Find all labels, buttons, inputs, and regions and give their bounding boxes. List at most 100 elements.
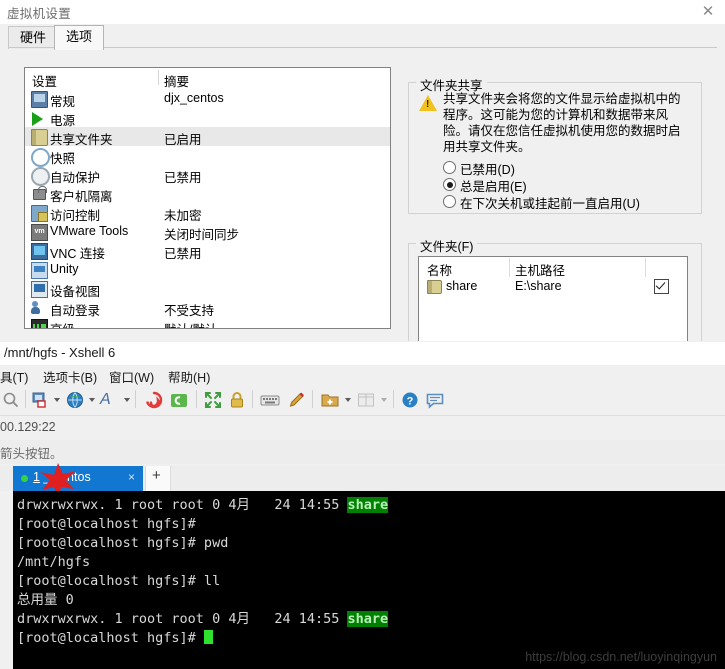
chevron-down-icon[interactable] (89, 398, 95, 402)
xshell-menubar: 具(T) 选项卡(B) 窗口(W) 帮助(H) (0, 365, 725, 385)
sharing-warning-text: 共享文件夹会将您的文件显示给虚拟机中的程序。这可能为您的计算机和数据带来风险。请… (443, 92, 681, 154)
chat-icon[interactable] (425, 390, 445, 410)
new-session-icon[interactable] (31, 390, 51, 410)
connection-status-icon (21, 475, 28, 482)
chevron-down-icon[interactable] (124, 398, 130, 402)
terminal-line: drwxrwxrwx. 1 root root 0 4月 24 14:55 sh… (17, 496, 389, 515)
tab-strip: 硬件 选项 (8, 25, 717, 50)
radio-indicator (443, 195, 456, 208)
xshell-titlebar: /mnt/hgfs - Xshell 6 (0, 342, 725, 365)
folder-sharing-group: 文件夹共享 共享文件夹会将您的文件显示给虚拟机中的程序。这可能为您的计算机和数据… (408, 75, 702, 214)
settings-row-vmware-tools[interactable]: vm VMware Tools 关闭时间同步 (25, 222, 390, 242)
pen-highlight-icon[interactable] (286, 390, 306, 410)
help-icon[interactable]: ? (400, 390, 420, 410)
lock-icon[interactable] (228, 390, 246, 410)
terminal-line: /mnt/hgfs (17, 553, 90, 572)
settings-row-vnc[interactable]: VNC 连接 已禁用 (25, 241, 390, 261)
power-play-icon (32, 112, 43, 126)
menu-window[interactable]: 窗口(W) (109, 367, 154, 386)
settings-row-shared-folders[interactable]: 共享文件夹 已启用 (25, 127, 390, 147)
vmware-tools-icon: vm (31, 224, 48, 241)
warning-triangle-icon (419, 95, 437, 111)
folder-icon (427, 280, 442, 294)
advanced-icon (31, 319, 48, 328)
settings-row-guest-isolation[interactable]: 客户机隔离 (25, 184, 390, 204)
toolbar-divider (196, 390, 197, 408)
folder-icon (31, 129, 48, 146)
folders-column-name: 名称 (427, 264, 453, 278)
menu-tools[interactable]: 具(T) (0, 367, 28, 386)
toolbar-divider (312, 390, 313, 408)
settings-row-advanced[interactable]: 高级 默认/默认 (25, 317, 390, 328)
svg-text:?: ? (407, 396, 414, 408)
chevron-down-icon[interactable] (381, 398, 387, 402)
terminal-line-text: 总用量 0 (17, 592, 74, 608)
settings-row-device-view[interactable]: 设备视图 (25, 279, 390, 299)
chevron-down-icon[interactable] (54, 398, 60, 402)
settings-row-autoprotect[interactable]: 自动保护 已禁用 (25, 165, 390, 186)
folder-row-enabled-checkbox[interactable] (654, 279, 669, 294)
menu-tabs[interactable]: 选项卡(B) (43, 367, 97, 386)
terminal-output[interactable]: drwxrwxrwx. 1 root root 0 4月 24 14:55 sh… (13, 491, 725, 669)
spiral-red-icon[interactable] (144, 390, 164, 410)
terminal-line-text: drwxrwxrwx. 1 root root 0 4月 24 14:55 (17, 497, 348, 513)
settings-row-label: VMware Tools (50, 224, 129, 238)
terminal-line-text: [root@localhost hgfs]# (17, 630, 204, 646)
autologon-icon (31, 300, 46, 315)
column-header-summary: 摘要 (164, 75, 190, 89)
settings-row-label: 高级 (50, 319, 75, 328)
settings-row-summary: 默认/默认 (164, 319, 217, 328)
folders-column-host-path: 主机路径 (515, 264, 566, 278)
terminal-line-text: [root@localhost hgfs]# ll (17, 573, 221, 589)
toolbar-divider (25, 390, 26, 408)
tab-underline (8, 47, 717, 48)
add-folder-icon[interactable] (320, 390, 340, 410)
settings-row-label: Unity (50, 262, 79, 276)
font-icon[interactable]: A (100, 390, 120, 410)
group-legend-folders: 文件夹(F) (416, 236, 478, 255)
chevron-down-icon[interactable] (345, 398, 351, 402)
tab-options[interactable]: 选项 (54, 25, 105, 50)
address-text: 00.129:22 (0, 420, 56, 434)
tab-close-icon[interactable]: × (128, 470, 135, 484)
folders-header-divider (645, 258, 646, 277)
xshell-toolbar: A ? (0, 385, 725, 416)
settings-row-access-control[interactable]: 访问控制 未加密 (25, 203, 390, 223)
vmware-settings-dialog: 虚拟机设置 ✕ 硬件 选项 设置 摘要 常规 djx_centos 电源 共享文… (0, 0, 725, 353)
settings-row-autologon[interactable]: 自动登录 不受支持 (25, 298, 390, 318)
folder-row-host-path: E:\share (515, 279, 562, 293)
terminal-line: [root@localhost hgfs]# (17, 515, 204, 534)
green-record-icon[interactable] (169, 390, 189, 410)
page-title: 虚拟机设置 (7, 7, 72, 21)
tab-session-centos[interactable]: 1 _ centos × (13, 466, 143, 491)
settings-row-power[interactable]: 电源 (25, 108, 390, 128)
hint-text: 箭头按钮。 (0, 447, 63, 461)
settings-row-general[interactable]: 常规 djx_centos (25, 89, 390, 109)
radio-label: 在下次关机或挂起前一直启用(U) (460, 197, 640, 211)
lock-icon (33, 186, 47, 200)
layout-icon[interactable] (356, 390, 376, 410)
settings-row-unity[interactable]: Unity (25, 260, 390, 279)
tab-hardware[interactable]: 硬件 (8, 26, 59, 49)
terminal-line-text: [root@localhost hgfs]# (17, 516, 204, 532)
search-icon[interactable] (2, 390, 20, 410)
dialog-body: 硬件 选项 设置 摘要 常规 djx_centos 电源 共享文件夹 已启用 快… (0, 24, 725, 353)
xshell-address-bar[interactable]: 00.129:22 (0, 416, 725, 440)
folders-table[interactable]: 名称 主机路径 share E:\share (418, 256, 688, 342)
keyboard-icon[interactable] (259, 390, 281, 410)
new-tab-button[interactable] (145, 466, 171, 492)
close-icon[interactable]: ✕ (697, 3, 719, 21)
terminal-line-text: [root@localhost hgfs]# pwd (17, 535, 229, 551)
folders-group: 文件夹(F) 名称 主机路径 share E:\share (408, 236, 702, 353)
xshell-title-text: /mnt/hgfs - Xshell 6 (4, 345, 116, 360)
device-view-icon (31, 281, 48, 298)
settings-list[interactable]: 设置 摘要 常规 djx_centos 电源 共享文件夹 已启用 快照 自动保护… (24, 67, 391, 329)
settings-row-snapshot[interactable]: 快照 (25, 146, 390, 167)
terminal-dirname: share (347, 611, 389, 627)
fullscreen-icon[interactable] (203, 390, 223, 410)
unity-icon (31, 262, 48, 279)
globe-icon[interactable] (65, 390, 85, 410)
menu-help[interactable]: 帮助(H) (168, 367, 210, 386)
terminal-line-text: drwxrwxrwx. 1 root root 0 4月 24 14:55 (17, 611, 348, 627)
terminal-cursor (203, 630, 213, 644)
